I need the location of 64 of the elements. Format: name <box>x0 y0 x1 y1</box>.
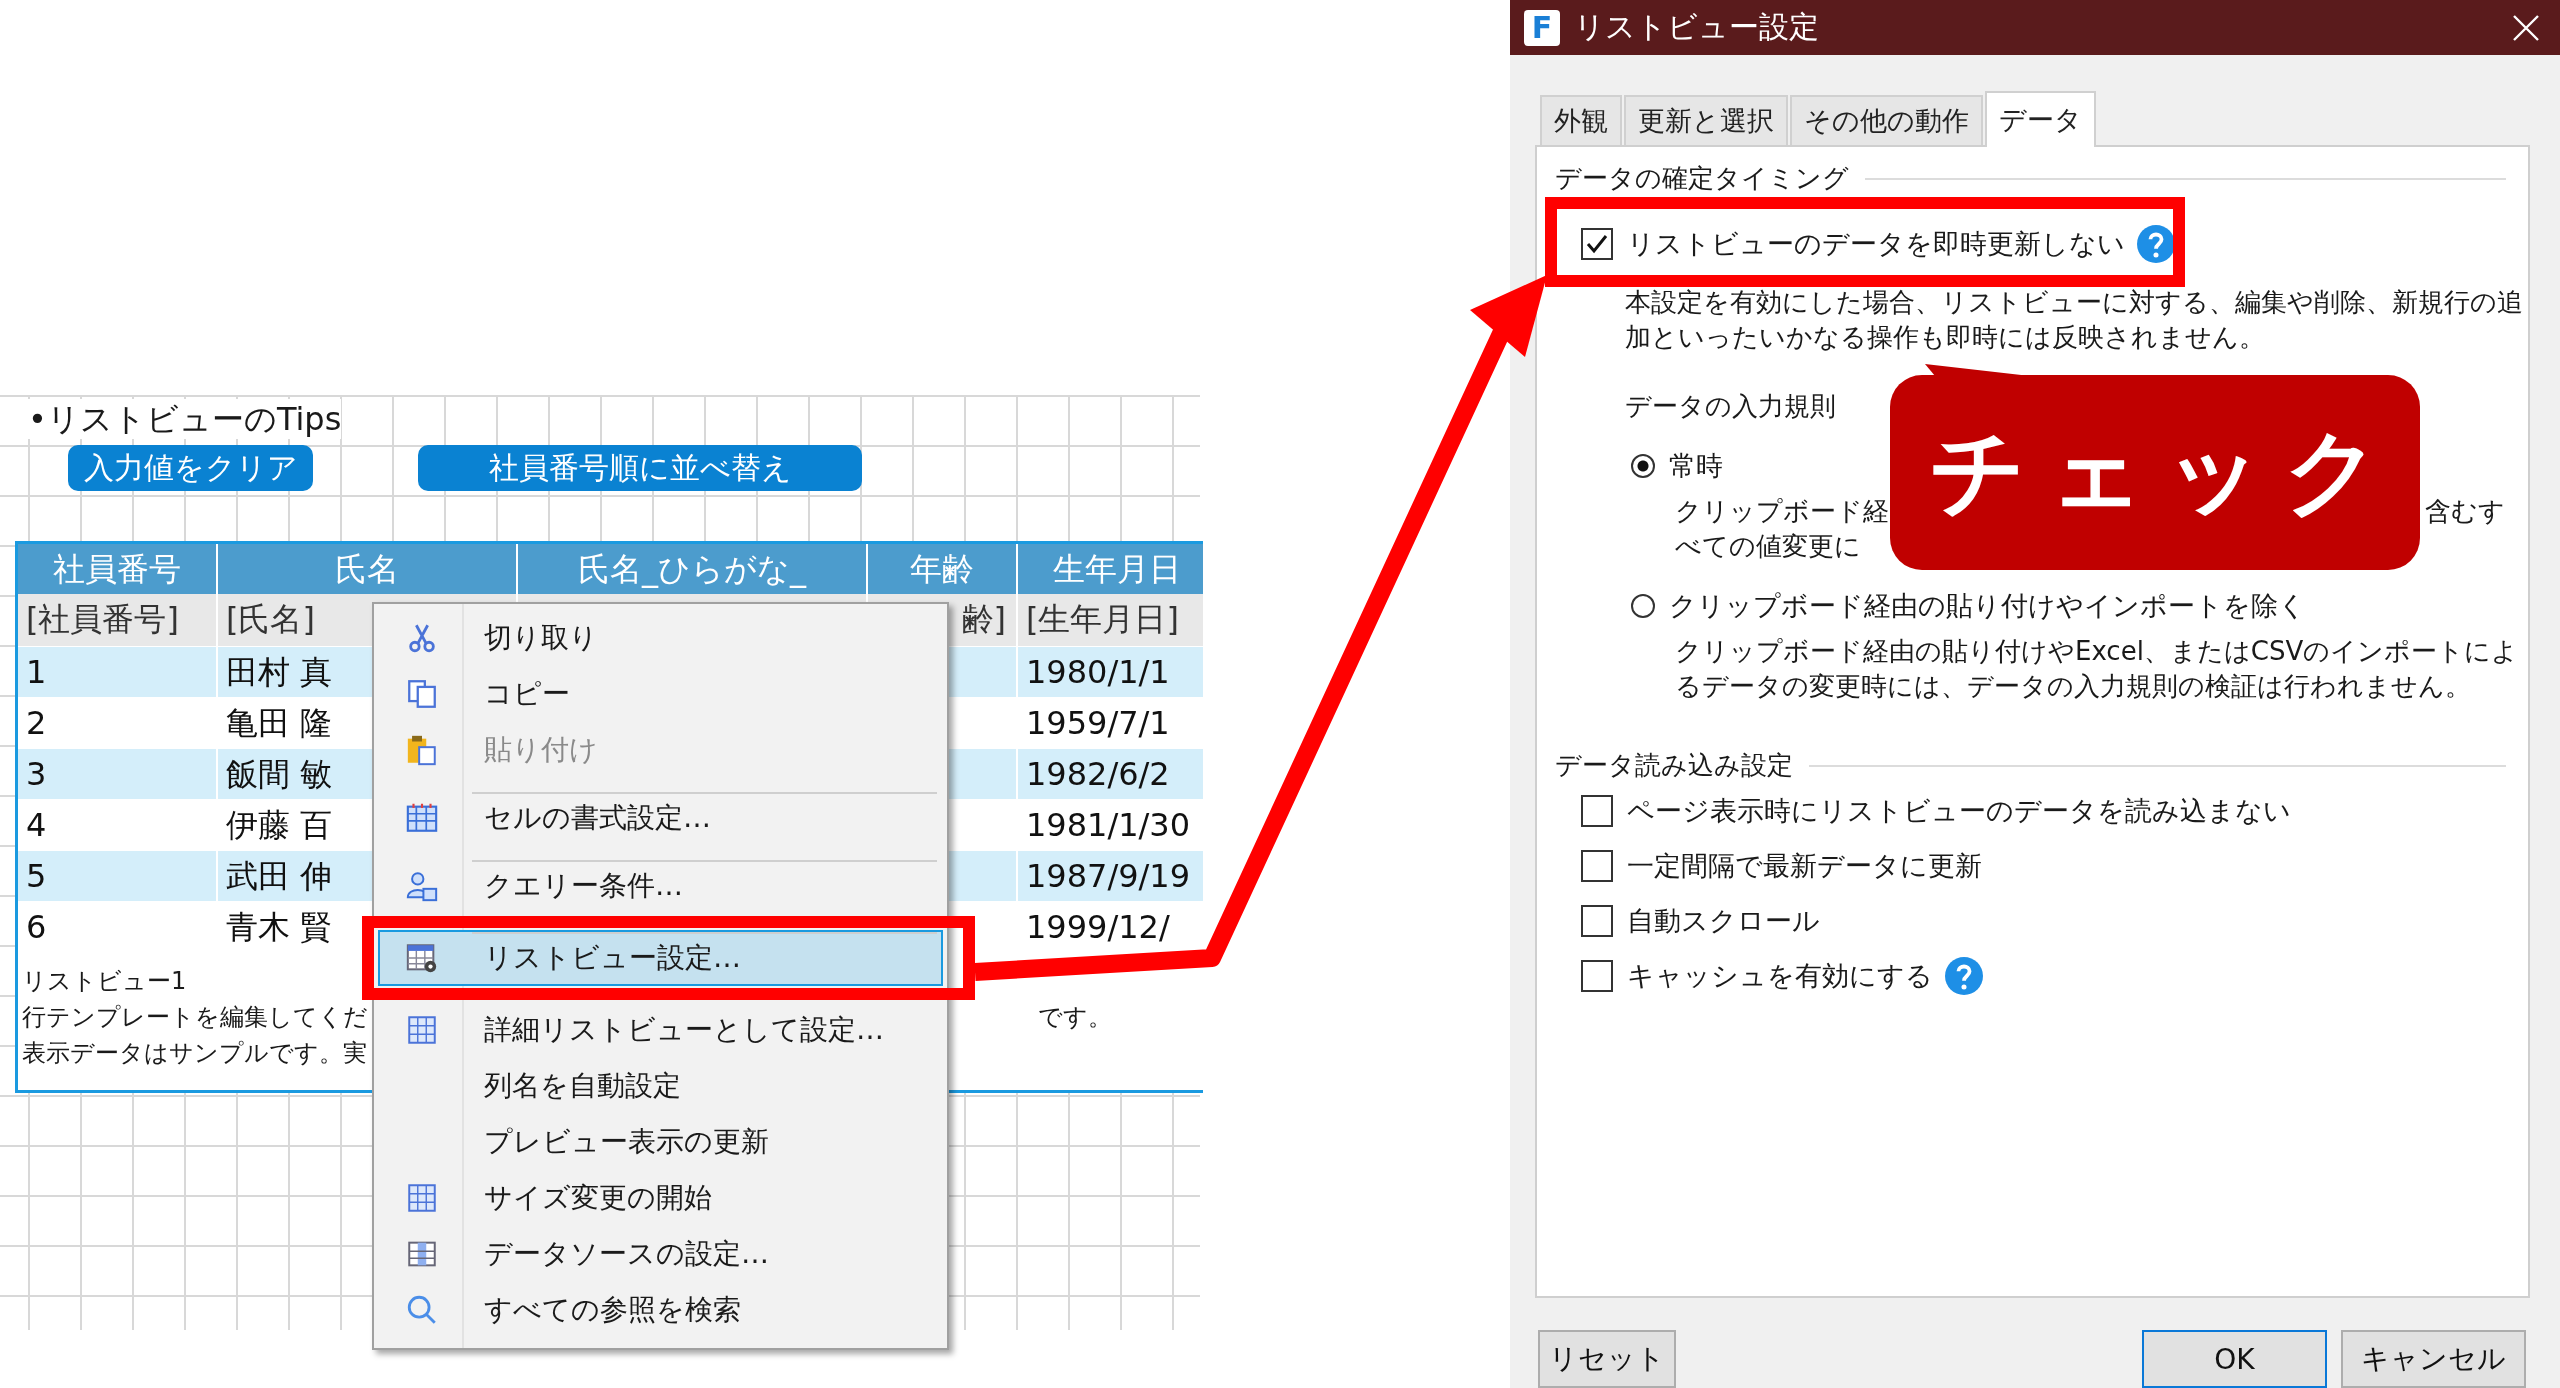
radio-label: 常時 <box>1669 449 1723 484</box>
tab[interactable]: 更新と選択 <box>1624 95 1788 146</box>
person-icon <box>405 869 439 903</box>
note-text: 行テンプレートを編集してくだ <box>22 1002 368 1033</box>
tab[interactable]: 外観 <box>1540 95 1622 146</box>
table-cell: 6 <box>18 902 218 952</box>
search-icon <box>405 1293 439 1327</box>
checkbox-label: キャッシュを有効にする <box>1627 959 1933 993</box>
checkbox[interactable] <box>1581 850 1613 882</box>
calendar-icon <box>405 801 439 835</box>
table-cell: 1980/1/1 <box>1018 647 1203 697</box>
checkbox-label: 自動スクロール <box>1627 904 1820 938</box>
radio-button[interactable] <box>1631 594 1655 619</box>
description-text: 本設定を有効にした場合、リストビューに対する、編集や削除、新規行の追加といったいかなる操作も即時には反映されません。 <box>1625 286 2524 355</box>
group-heading: データ読み込み設定 <box>1555 749 1793 783</box>
note-text: 表示データはサンプルです。実 <box>22 1038 367 1069</box>
copy-icon <box>405 677 439 711</box>
close-icon[interactable] <box>2512 13 2540 42</box>
grid-gear-icon <box>405 941 439 975</box>
dialog-button[interactable]: キャンセル <box>2341 1330 2526 1388</box>
radio-button[interactable] <box>1631 454 1655 479</box>
grid-icon <box>405 1013 439 1047</box>
section-label: データの入力規則 <box>1625 390 1836 424</box>
checkbox[interactable] <box>1581 905 1613 937</box>
dialog-button[interactable]: OK <box>2142 1330 2327 1388</box>
tab[interactable]: データ <box>1985 91 2096 148</box>
menu-item[interactable]: リストビュー設定… <box>378 930 943 986</box>
help-icon[interactable] <box>1945 957 1983 995</box>
grid-icon <box>405 1181 439 1215</box>
table-cell: 1999/12/ <box>1018 902 1203 952</box>
menu-item[interactable]: プレビュー表示の更新 <box>378 1114 943 1170</box>
note-text: です。 <box>1038 1002 1112 1033</box>
sheet-button[interactable]: 社員番号順に並べ替え <box>418 445 862 491</box>
table-cell: 1987/9/19 <box>1018 851 1203 901</box>
table-cell: 1 <box>18 647 218 697</box>
menu-item[interactable]: 列名を自動設定 <box>378 1058 943 1114</box>
menu-item[interactable]: すべての参照を検索 <box>378 1282 943 1338</box>
menu-item[interactable]: データソースの設定… <box>378 1226 943 1282</box>
checkbox-label: リストビューのデータを即時更新しない <box>1627 227 2125 261</box>
checkbox-label: 一定間隔で最新データに更新 <box>1627 849 1982 883</box>
window-title: リストビュー設定 <box>1574 8 1820 47</box>
dialog-button[interactable]: リセット <box>1538 1330 1676 1388</box>
radio-label: クリップボード経由の貼り付けやインポートを除く <box>1669 589 2306 624</box>
description-text: べての値変更に <box>1675 530 1861 564</box>
checkbox[interactable] <box>1581 228 1613 260</box>
help-icon[interactable] <box>2137 225 2175 263</box>
menu-item[interactable]: サイズ変更の開始 <box>378 1170 943 1226</box>
tab[interactable]: その他の動作 <box>1790 95 1983 146</box>
table-cell: 1982/6/2 <box>1018 749 1203 799</box>
sheet-button[interactable]: 入力値をクリア <box>68 445 313 491</box>
menu-item[interactable]: 詳細リストビューとして設定… <box>378 1002 943 1058</box>
group-heading: データの確定タイミング <box>1555 162 1849 196</box>
checkbox-label: ページ表示時にリストビューのデータを読み込まない <box>1627 794 2291 828</box>
description-text: クリップボード経由の貼り付けやExcel、またはCSVのインポートによるデータの変更時には、データの入力規則の検証は行われません。 <box>1675 635 2520 704</box>
checkbox[interactable] <box>1581 795 1613 827</box>
description-text: クリップボード経 <box>1675 495 1889 529</box>
description-text: 含むす <box>2425 495 2505 529</box>
clipboard-icon <box>405 733 439 767</box>
checkbox[interactable] <box>1581 960 1613 992</box>
table-cell: 3 <box>18 749 218 799</box>
table-cell: 5 <box>18 851 218 901</box>
app-icon: F <box>1524 9 1560 46</box>
tips-title: •リストビューのTips <box>28 399 342 439</box>
list-caption: リストビュー1 <box>22 966 187 997</box>
